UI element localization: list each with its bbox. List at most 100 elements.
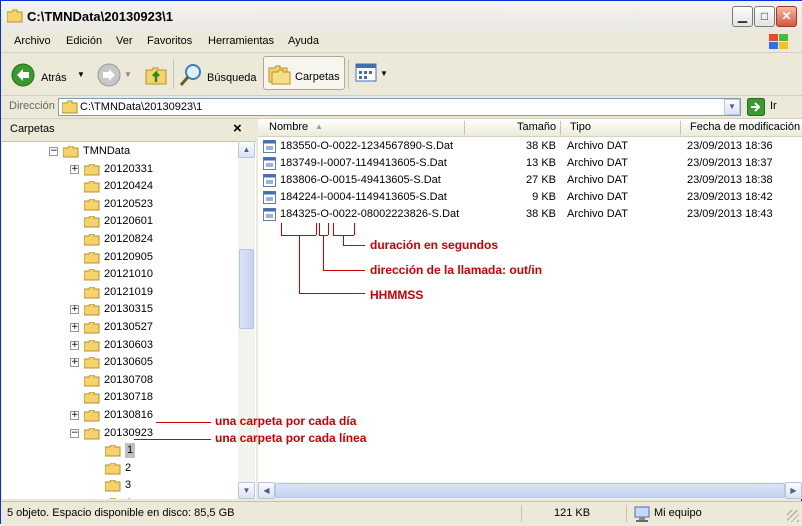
expand-icon[interactable]: +	[70, 358, 79, 368]
scroll-right-button[interactable]: ▶	[785, 482, 802, 499]
scroll-thumb[interactable]	[275, 483, 785, 498]
column-size[interactable]: Tamaño	[517, 121, 556, 133]
annotation-line	[328, 223, 329, 235]
tree-item[interactable]: +20130315	[2, 301, 238, 318]
folder-icon	[84, 304, 100, 316]
tree-item[interactable]: 20130708	[2, 372, 238, 389]
folders-button[interactable]: Carpetas	[263, 56, 345, 90]
folder-icon	[84, 410, 100, 422]
back-dropdown-icon[interactable]: ▼	[77, 70, 85, 79]
column-type[interactable]: Tipo	[570, 121, 591, 133]
folder-tree: − TMNData +20120331 20120424 20120523 2012060…	[2, 141, 238, 499]
search-label: Búsqueda	[207, 72, 257, 84]
address-dropdown-button[interactable]: ▼	[724, 99, 740, 115]
file-row[interactable]: 184224-I-0004-1149413605-S.Dat 9 KB Archiv…	[258, 189, 802, 206]
tree-vertical-scrollbar[interactable]: ▲ ▼	[238, 141, 255, 499]
folder-icon	[84, 269, 100, 281]
tree-item[interactable]: +20130527	[2, 319, 238, 336]
tree-item[interactable]: 20130718	[2, 389, 238, 406]
dat-file-icon	[263, 157, 276, 170]
annotation-duration: duración en segundos	[370, 238, 499, 252]
tree-item-label: 20120601	[104, 215, 153, 228]
folder-icon	[105, 480, 121, 492]
collapse-icon[interactable]: −	[49, 147, 58, 156]
annotation-time: HHMMSS	[370, 288, 424, 302]
go-button[interactable]: Ir	[746, 97, 796, 117]
back-button[interactable]: Atrás ▼	[7, 57, 87, 91]
file-row[interactable]: 183550-O-0022-1234567890-S.Dat 38 KB Archi…	[258, 138, 802, 155]
menu-edicion[interactable]: Edición	[66, 35, 102, 47]
file-type: Archivo DAT	[567, 140, 628, 152]
tree-item[interactable]: 20121010	[2, 266, 238, 283]
tree-item-label: 20120424	[104, 180, 153, 193]
column-modified[interactable]: Fecha de modificación	[690, 121, 800, 133]
dat-file-icon	[263, 174, 276, 187]
scroll-down-button[interactable]: ▼	[238, 482, 255, 499]
minimize-button[interactable]: ▁	[732, 6, 753, 27]
scroll-thumb[interactable]	[239, 249, 254, 329]
dat-file-icon	[263, 140, 276, 153]
annotation-line	[343, 235, 344, 245]
list-horizontal-scrollbar[interactable]: ◀ ▶	[258, 482, 802, 499]
folder-icon	[7, 9, 23, 23]
tree-item[interactable]: 3	[2, 477, 238, 494]
tree-item[interactable]: +20130605	[2, 354, 238, 371]
column-separator[interactable]	[560, 121, 561, 135]
file-row[interactable]: 184325-O-0022-08002223826-S.Dat 38 KB Arch…	[258, 206, 802, 223]
expand-icon[interactable]: +	[70, 323, 79, 332]
views-button[interactable]: ▼	[353, 61, 389, 87]
tree-item[interactable]: 20120601	[2, 213, 238, 230]
menu-herramientas[interactable]: Herramientas	[208, 35, 274, 47]
column-separator[interactable]	[680, 121, 681, 135]
file-row[interactable]: 183806-O-0015-49413605-S.Dat 27 KB Archivo…	[258, 172, 802, 189]
annotation-direction: dirección de la llamada: out/in	[370, 263, 543, 277]
maximize-button[interactable]: □	[754, 6, 775, 27]
tree-item[interactable]: 1	[2, 442, 238, 459]
menu-ayuda[interactable]: Ayuda	[288, 35, 319, 47]
file-name: 184325-O-0022-08002223826-S.Dat	[280, 208, 460, 220]
folders-pane-header: Carpetas ×	[2, 119, 256, 142]
column-header: Nombre ▲ Tamaño Tipo Fecha de modificaci…	[258, 119, 802, 137]
tree-item[interactable]: 20120523	[2, 196, 238, 213]
close-pane-icon[interactable]: ×	[233, 120, 242, 137]
folder-icon	[84, 392, 100, 404]
forward-dropdown-icon[interactable]: ▼	[124, 70, 132, 79]
tree-item-label: 20130816	[104, 409, 153, 421]
collapse-icon[interactable]: −	[70, 428, 79, 438]
status-separator	[521, 505, 522, 522]
menu-favoritos[interactable]: Favoritos	[147, 35, 192, 47]
tree-item[interactable]: 2	[2, 460, 238, 477]
tree-item[interactable]: 20120424	[2, 178, 238, 195]
tree-item-label: 20120331	[104, 162, 153, 175]
address-input[interactable]: C:\TMNData\20130923\1 ▼	[58, 98, 741, 116]
column-name[interactable]: Nombre	[269, 121, 308, 133]
column-separator[interactable]	[464, 121, 465, 135]
file-modified: 23/09/2013 18:43	[687, 208, 773, 220]
file-name: 183550-O-0022-1234567890-S.Dat	[280, 140, 454, 152]
search-icon	[179, 64, 201, 86]
tree-item[interactable]: +20120331	[2, 161, 238, 178]
tree-item[interactable]: 20120824	[2, 231, 238, 248]
resize-grip[interactable]	[787, 510, 799, 522]
tree-item[interactable]: 20121019	[2, 284, 238, 301]
folder-icon	[84, 374, 100, 387]
close-button[interactable]: ✕	[776, 6, 797, 27]
tree-item[interactable]: 4	[2, 495, 238, 499]
file-row[interactable]: 183749-I-0007-1149413605-S.Dat 13 KB Archi…	[258, 155, 802, 172]
expand-icon[interactable]: +	[70, 305, 79, 315]
scroll-up-button[interactable]: ▲	[238, 141, 255, 158]
tree-item[interactable]: − TMNData	[2, 143, 238, 160]
tree-item-label: 2	[125, 461, 132, 474]
tree-item[interactable]: 20120905	[2, 249, 238, 266]
search-button[interactable]: Búsqueda	[177, 57, 261, 91]
forward-button[interactable]: ▼	[95, 57, 135, 91]
tree-item[interactable]: +20130603	[2, 337, 238, 354]
status-size: 121 KB	[554, 507, 591, 519]
expand-icon[interactable]: +	[70, 411, 79, 420]
expand-icon[interactable]: +	[70, 164, 79, 174]
up-folder-icon[interactable]	[144, 62, 168, 86]
scroll-left-button[interactable]: ◀	[258, 482, 275, 499]
expand-icon[interactable]: +	[70, 340, 79, 350]
menu-ver[interactable]: Ver	[116, 35, 133, 47]
menu-archivo[interactable]: Archivo	[14, 35, 51, 47]
